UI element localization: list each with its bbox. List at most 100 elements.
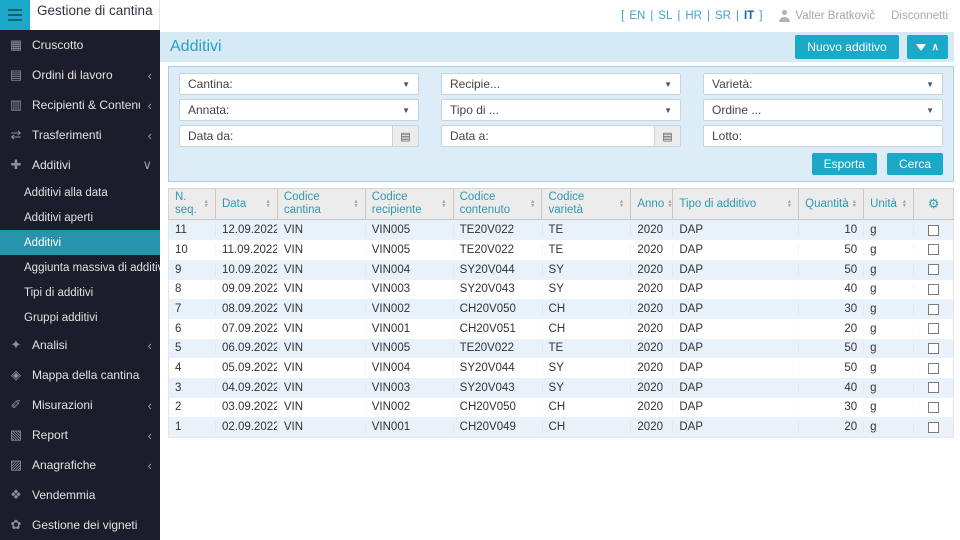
sidebar-subitem-additivi-aperti[interactable]: Additivi aperti — [0, 205, 160, 230]
table-body: 11 12.09.2022 VIN VIN005 TE20V022 TE 202… — [168, 220, 954, 438]
filter-toggle-button[interactable]: ∧ — [906, 35, 948, 59]
column-header-anno[interactable]: Anno — [630, 189, 672, 220]
logout-link[interactable]: Disconnetti — [891, 10, 948, 22]
ordine-filter-dropdown[interactable]: Ordine ... ▼ — [703, 99, 943, 121]
cell-unita: g — [863, 264, 913, 276]
language-link-sr[interactable]: SR — [715, 10, 731, 22]
sidebar-item-analisi[interactable]: ✦ Analisi ‹ — [0, 330, 160, 360]
lotto-input[interactable] — [742, 126, 942, 146]
data-a-calendar-button[interactable]: ▤ — [654, 126, 680, 146]
row-checkbox[interactable] — [928, 323, 940, 335]
hamburger-menu-button[interactable] — [0, 0, 30, 30]
data-da-calendar-button[interactable]: ▤ — [392, 126, 418, 146]
cell-quantita: 50 — [798, 342, 863, 354]
sidebar-item-misurazioni[interactable]: ✐ Misurazioni ‹ — [0, 390, 160, 420]
column-header-codice-contenuto[interactable]: Codice contenuto — [452, 189, 542, 220]
sidebar-item-trasferimenti[interactable]: ⇄ Trasferimenti ‹ — [0, 120, 160, 150]
row-checkbox[interactable] — [928, 382, 940, 394]
cell-codice-cantina: VIN — [277, 244, 365, 256]
column-header-quantita[interactable]: Quantità — [798, 189, 863, 220]
sidebar-item-additivi-group[interactable]: ✚ Additivi ∨ — [0, 150, 160, 180]
data-a-input[interactable] — [488, 126, 654, 146]
language-link-it[interactable]: IT — [744, 10, 754, 22]
row-checkbox[interactable] — [928, 342, 940, 354]
sidebar-subitem-tipi-di-additivi[interactable]: Tipi di additivi — [0, 280, 160, 305]
annata-filter-dropdown[interactable]: Annata: ▼ — [179, 99, 419, 121]
sidebar-item-report[interactable]: ▧ Report ‹ — [0, 420, 160, 450]
table-row[interactable]: 1 02.09.2022 VIN VIN001 CH20V049 CH 2020… — [169, 417, 953, 437]
column-settings-button[interactable]: ⚙ — [913, 189, 953, 220]
cell-tipo-additivo: DAP — [672, 224, 798, 236]
export-button[interactable]: Esporta — [811, 153, 877, 175]
table-row[interactable]: 3 04.09.2022 VIN VIN003 SY20V043 SY 2020… — [169, 377, 953, 398]
column-header-codice-recipiente[interactable]: Codice recipiente — [364, 189, 453, 220]
language-link-en[interactable]: EN — [629, 10, 645, 22]
row-checkbox[interactable] — [928, 362, 940, 374]
sidebar-item-label: Cruscotto — [32, 38, 84, 52]
cell-seq: 9 — [175, 263, 182, 276]
row-checkbox[interactable] — [928, 264, 940, 276]
sidebar-item-mappa-della-cantina[interactable]: ◈ Mappa della cantina — [0, 360, 160, 390]
cell-actions — [913, 421, 953, 433]
row-checkbox[interactable] — [928, 421, 940, 433]
row-checkbox[interactable] — [928, 303, 940, 315]
row-checkbox[interactable] — [928, 401, 940, 413]
cell-codice-contenuto: SY20V043 — [453, 283, 542, 295]
cell-codice-recipiente: VIN003 — [365, 283, 453, 295]
row-checkbox[interactable] — [928, 224, 940, 236]
sidebar-subitem-additivi-alla-data[interactable]: Additivi alla data — [0, 180, 160, 205]
cell-unita: g — [863, 323, 913, 335]
row-checkbox[interactable] — [928, 283, 940, 295]
table-row[interactable]: 5 06.09.2022 VIN VIN005 TE20V022 TE 2020… — [169, 338, 953, 359]
sidebar-subitem-additivi[interactable]: Additivi — [0, 230, 160, 255]
cell-quantita: 30 — [798, 401, 863, 413]
sidebar-item-recipienti-contenuti[interactable]: ▥ Recipienti & Contenuti ‹ — [0, 90, 160, 120]
table-row[interactable]: 7 08.09.2022 VIN VIN002 CH20V050 CH 2020… — [169, 299, 953, 319]
tipo-additivo-filter-dropdown[interactable]: Tipo di ... ▼ — [441, 99, 681, 121]
cell-codice-contenuto: CH20V049 — [453, 421, 542, 433]
sidebar-item-ordini-di-lavoro[interactable]: ▤ Ordini di lavoro ‹ — [0, 60, 160, 90]
sidebar-item-label: Ordini di lavoro — [32, 68, 113, 82]
chevron-left-icon: ‹ — [147, 127, 152, 143]
cell-tipo-additivo: DAP — [672, 244, 798, 256]
column-header-codice-cantina[interactable]: Codice cantina — [276, 189, 365, 220]
new-additive-button[interactable]: Nuovo additivo — [795, 35, 899, 59]
data-da-input[interactable] — [233, 126, 392, 146]
sidebar-subitem-aggiunta-massiva[interactable]: Aggiunta massiva di additivi — [0, 255, 160, 280]
sidebar-item-gestione-dei-vigneti[interactable]: ✿ Gestione dei vigneti — [0, 510, 160, 540]
cell-codice-cantina: VIN — [277, 421, 365, 433]
search-button[interactable]: Cerca — [886, 153, 943, 175]
sidebar-subitem-gruppi-additivi[interactable]: Gruppi additivi — [0, 305, 160, 330]
table-row[interactable]: 6 07.09.2022 VIN VIN001 CH20V051 CH 2020… — [169, 318, 953, 339]
separator: | — [650, 10, 654, 22]
recipiente-filter-dropdown[interactable]: Recipie... ▼ — [441, 73, 681, 95]
sidebar-item-anagrafiche[interactable]: ▨ Anagrafiche ‹ — [0, 450, 160, 480]
language-link-sl[interactable]: SL — [658, 10, 672, 22]
cantina-filter-dropdown[interactable]: Cantina: ▼ — [179, 73, 419, 95]
row-checkbox[interactable] — [928, 244, 940, 256]
column-header-unita[interactable]: Unità — [863, 189, 913, 220]
table-row[interactable]: 11 12.09.2022 VIN VIN005 TE20V022 TE 202… — [169, 220, 953, 241]
sidebar-item-vendemmia[interactable]: ❖ Vendemmia — [0, 480, 160, 510]
column-header-tipo-additivo[interactable]: Tipo di additivo — [672, 189, 798, 220]
varieta-filter-dropdown[interactable]: Varietà: ▼ — [703, 73, 943, 95]
cell-codice-varieta: CH — [542, 303, 631, 315]
table-row[interactable]: 2 03.09.2022 VIN VIN002 CH20V050 CH 2020… — [169, 397, 953, 418]
cell-actions — [913, 362, 953, 374]
table-row[interactable]: 10 11.09.2022 VIN VIN005 TE20V022 TE 202… — [169, 240, 953, 260]
dropdown-arrow-icon: ▼ — [402, 105, 410, 115]
table-row[interactable]: 9 10.09.2022 VIN VIN004 SY20V044 SY 2020… — [169, 259, 953, 280]
column-header-seq[interactable]: N. seq. — [169, 189, 215, 219]
language-link-hr[interactable]: HR — [685, 10, 702, 22]
cell-codice-recipiente: VIN004 — [365, 362, 453, 374]
cell-anno: 2020 — [630, 421, 672, 433]
calendar-icon: ▤ — [400, 130, 411, 143]
sidebar-item-cruscotto[interactable]: ▦ Cruscotto — [0, 30, 160, 60]
column-header-codice-varieta[interactable]: Codice varietà — [541, 189, 630, 220]
cell-data: 04.09.2022 — [215, 382, 277, 394]
cell-tipo-additivo: DAP — [672, 421, 798, 433]
column-header-data[interactable]: Data — [214, 189, 277, 220]
cell-codice-varieta: TE — [542, 244, 631, 256]
table-row[interactable]: 8 09.09.2022 VIN VIN003 SY20V043 SY 2020… — [169, 279, 953, 300]
table-row[interactable]: 4 05.09.2022 VIN VIN004 SY20V044 SY 2020… — [169, 358, 953, 378]
